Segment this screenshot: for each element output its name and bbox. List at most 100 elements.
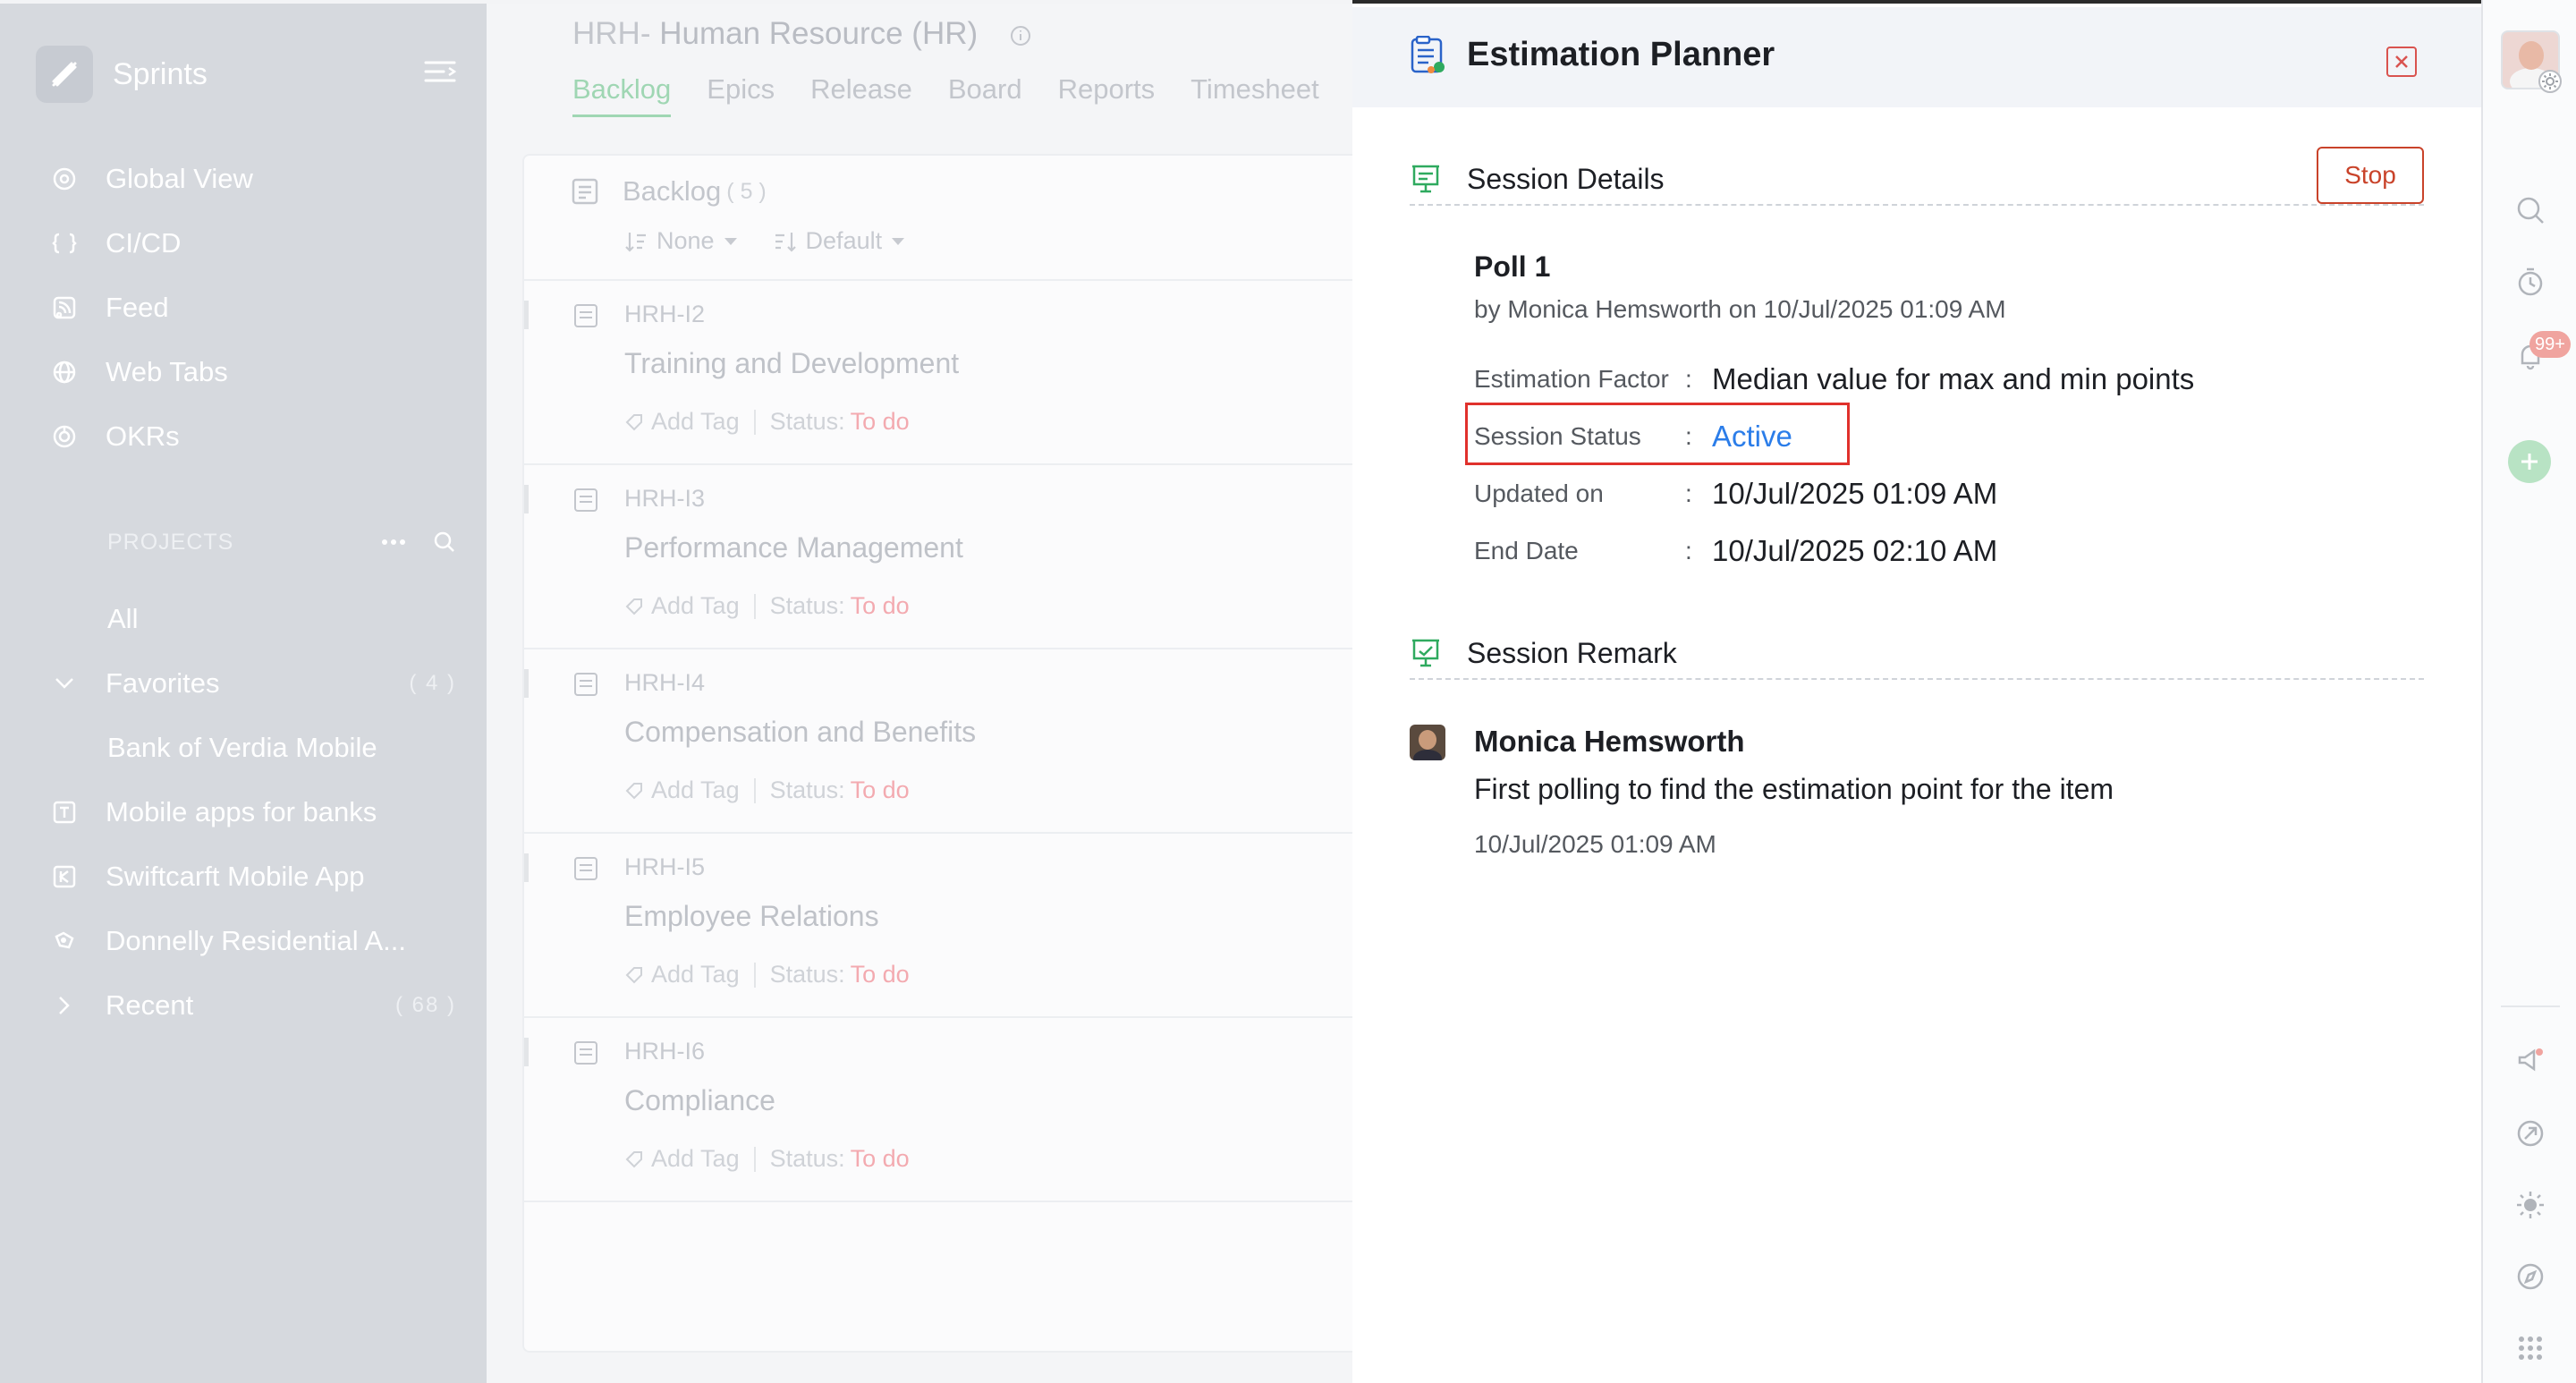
compass-icon[interactable] bbox=[2513, 1260, 2547, 1294]
recent-count: ( 68 ) bbox=[394, 993, 456, 1017]
item-name[interactable]: Compensation and Benefits bbox=[624, 716, 976, 749]
backlog-icon bbox=[571, 177, 599, 206]
add-tag-link[interactable]: Add Tag bbox=[651, 776, 740, 804]
project-all[interactable]: All bbox=[50, 587, 456, 651]
item-marker bbox=[524, 853, 529, 882]
item-id[interactable]: HRH-I2 bbox=[624, 301, 705, 328]
tab-release[interactable]: Release bbox=[810, 73, 912, 117]
status-value[interactable]: To do bbox=[851, 1145, 910, 1173]
tab-timesheet[interactable]: Timesheet bbox=[1191, 73, 1319, 117]
tab-board[interactable]: Board bbox=[948, 73, 1022, 117]
cicd-icon bbox=[50, 229, 79, 258]
stop-button[interactable]: Stop bbox=[2317, 147, 2424, 204]
sidebar-item-feed[interactable]: Feed bbox=[50, 276, 462, 340]
project-item[interactable]: Mobile apps for banks bbox=[50, 780, 456, 844]
backlog-item[interactable]: HRH-I3 Performance Management Add Tag St… bbox=[524, 465, 1381, 649]
item-id[interactable]: HRH-I4 bbox=[624, 669, 705, 697]
item-id[interactable]: HRH-I3 bbox=[624, 485, 705, 513]
favorites-count: ( 4 ) bbox=[409, 671, 456, 695]
sidebar-item-okrs[interactable]: OKRs bbox=[50, 404, 462, 469]
item-id[interactable]: HRH-I5 bbox=[624, 853, 705, 881]
status-label: Status: bbox=[769, 961, 845, 988]
item-name[interactable]: Training and Development bbox=[624, 347, 959, 380]
notification-badge: 99+ bbox=[2529, 331, 2571, 358]
item-name[interactable]: Performance Management bbox=[624, 531, 963, 564]
status-label: Status: bbox=[769, 408, 845, 435]
favorites-label: Favorites bbox=[106, 667, 220, 699]
search-projects-icon[interactable] bbox=[433, 530, 456, 554]
backlog-header: Backlog ( 5 ) bbox=[571, 175, 767, 208]
add-tag-link[interactable]: Add Tag bbox=[651, 1145, 740, 1173]
sort-by-value: Default bbox=[805, 227, 883, 254]
group-by-dropdown[interactable]: None bbox=[624, 227, 738, 255]
field-estimation-factor: Estimation Factor : Median value for max… bbox=[1474, 358, 2368, 401]
caret-down-icon bbox=[891, 237, 905, 246]
item-name[interactable]: Employee Relations bbox=[624, 900, 879, 933]
estimation-planner-panel: Estimation Planner Session Details Stop … bbox=[1352, 0, 2481, 1383]
field-key: Updated on bbox=[1474, 479, 1604, 507]
project-label: Swiftcarft Mobile App bbox=[106, 861, 365, 892]
sidebar-item-label: Web Tabs bbox=[106, 356, 228, 387]
add-tag-link[interactable]: Add Tag bbox=[651, 408, 740, 436]
tab-epics[interactable]: Epics bbox=[707, 73, 775, 117]
panel-title: Estimation Planner bbox=[1467, 36, 1775, 73]
status-value[interactable]: To do bbox=[851, 592, 910, 620]
main-content: HRH- Human Resource (HR) Backlog Epics R… bbox=[487, 4, 1381, 1383]
project-label: Mobile apps for banks bbox=[106, 796, 377, 827]
add-tag-link[interactable]: Add Tag bbox=[651, 592, 740, 620]
field-value: Median value for max and min points bbox=[1712, 362, 2195, 395]
group-by-icon bbox=[624, 230, 648, 253]
sort-by-dropdown[interactable]: Default bbox=[774, 227, 906, 255]
tag-icon bbox=[624, 597, 644, 616]
recent-group[interactable]: Recent ( 68 ) bbox=[50, 973, 456, 1038]
sidebar-item-global-view[interactable]: Global View bbox=[50, 147, 462, 211]
backlog-item[interactable]: HRH-I4 Compensation and Benefits Add Tag… bbox=[524, 649, 1381, 834]
backlog-item[interactable]: HRH-I6 Compliance Add Tag Status: To do bbox=[524, 1018, 1381, 1202]
settings-gear-icon[interactable] bbox=[2538, 70, 2562, 93]
item-name[interactable]: Compliance bbox=[624, 1084, 775, 1117]
story-icon bbox=[572, 669, 601, 698]
backlog-item[interactable]: HRH-I2 Training and Development Add Tag … bbox=[524, 281, 1381, 465]
sidebar-item-web-tabs[interactable]: Web Tabs bbox=[50, 340, 462, 404]
divider bbox=[753, 962, 756, 988]
sidebar-item-label: Global View bbox=[106, 163, 253, 194]
timer-icon[interactable] bbox=[2513, 265, 2547, 299]
poll-author-line: by Monica Hemsworth on 10/Jul/2025 01:09… bbox=[1474, 295, 2006, 323]
project-tabs: Backlog Epics Release Board Reports Time… bbox=[572, 73, 1319, 117]
close-button[interactable] bbox=[2386, 47, 2417, 77]
sidebar-item-label: CI/CD bbox=[106, 227, 182, 259]
backlog-count: ( 5 ) bbox=[726, 178, 767, 204]
search-icon[interactable] bbox=[2513, 193, 2547, 227]
session-details-header: Session Details Stop bbox=[1410, 147, 2424, 206]
favorites-group[interactable]: Favorites ( 4 ) bbox=[50, 651, 456, 716]
status-value[interactable]: To do bbox=[851, 408, 910, 436]
integration-icon[interactable] bbox=[2513, 1116, 2547, 1150]
avatar bbox=[1410, 725, 1445, 760]
global-view-icon bbox=[50, 165, 79, 193]
add-tag-link[interactable]: Add Tag bbox=[651, 961, 740, 988]
tab-reports[interactable]: Reports bbox=[1058, 73, 1156, 117]
project-item[interactable]: Swiftcarft Mobile App bbox=[50, 844, 456, 909]
sprints-logo-icon[interactable] bbox=[36, 46, 93, 103]
tab-backlog[interactable]: Backlog bbox=[572, 73, 672, 117]
collapse-sidebar-icon[interactable] bbox=[424, 59, 456, 88]
status-value[interactable]: To do bbox=[851, 961, 910, 988]
more-options-icon[interactable] bbox=[381, 539, 406, 546]
right-rail: 99+ bbox=[2481, 0, 2576, 1383]
project-item-favorite[interactable]: Bank of Verdia Mobile bbox=[50, 716, 456, 780]
status-label: Status: bbox=[769, 1145, 845, 1172]
theme-sun-icon[interactable] bbox=[2513, 1188, 2547, 1222]
backlog-item[interactable]: HRH-I5 Employee Relations Add Tag Status… bbox=[524, 834, 1381, 1018]
add-icon[interactable] bbox=[2508, 440, 2551, 483]
field-colon: : bbox=[1685, 479, 1692, 507]
status-value[interactable]: To do bbox=[851, 776, 910, 804]
announcement-icon[interactable] bbox=[2513, 1043, 2547, 1077]
sidebar-item-cicd[interactable]: CI/CD bbox=[50, 211, 462, 276]
status-label: Status: bbox=[769, 592, 845, 619]
item-id[interactable]: HRH-I6 bbox=[624, 1038, 705, 1065]
apps-grid-icon[interactable] bbox=[2513, 1331, 2547, 1365]
sort-icon bbox=[774, 230, 797, 253]
project-item[interactable]: Donnelly Residential A... bbox=[50, 909, 456, 973]
info-icon[interactable] bbox=[1010, 25, 1031, 47]
divider bbox=[753, 409, 756, 435]
